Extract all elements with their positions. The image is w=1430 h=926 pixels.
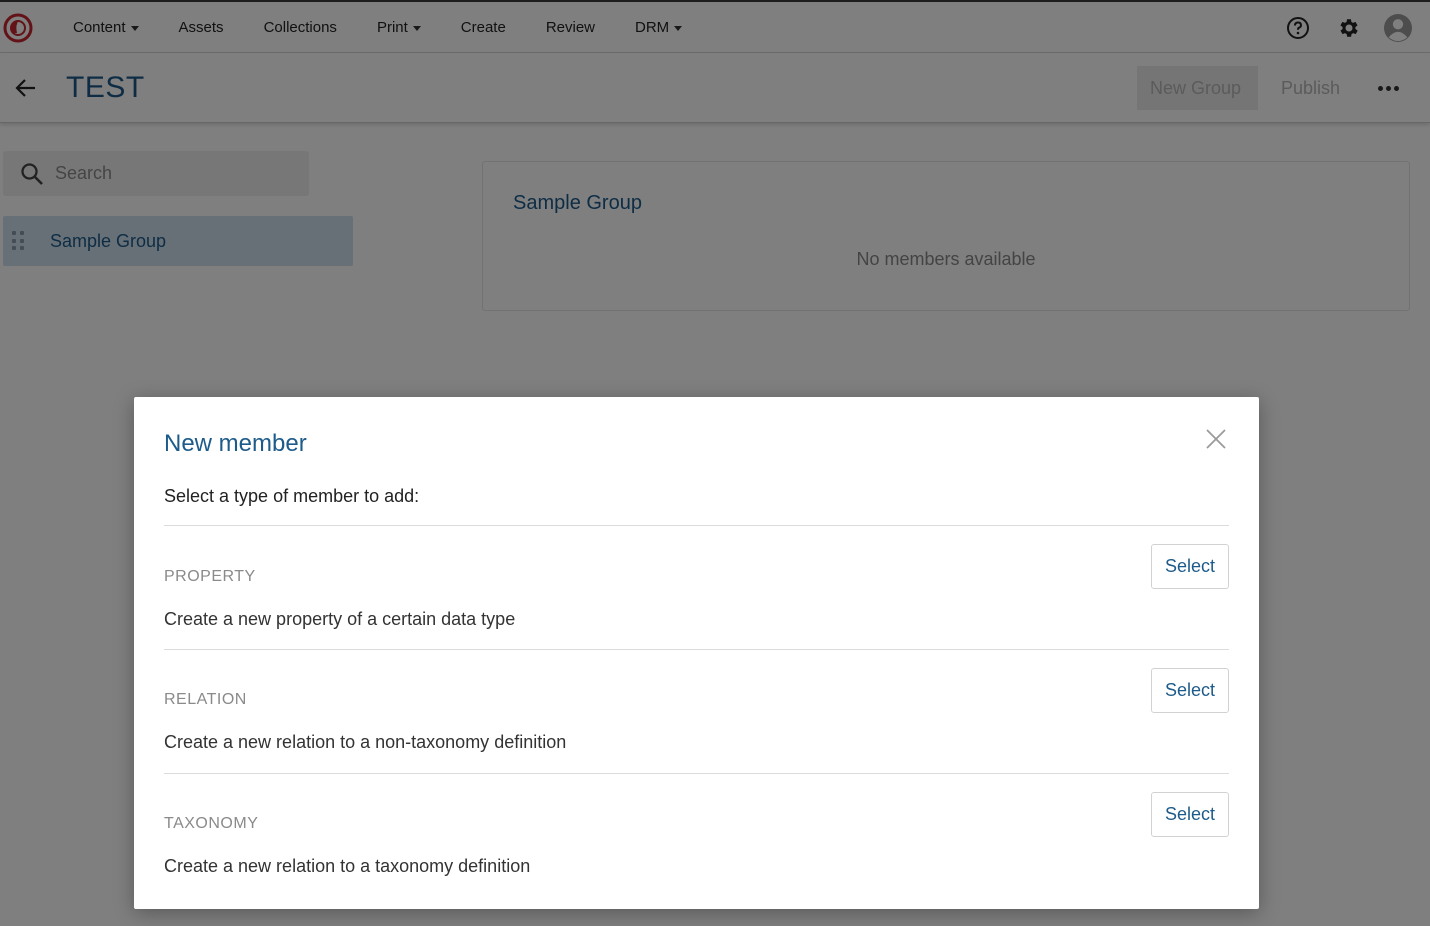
new-member-dialog: New member Select a type of member to ad… bbox=[134, 397, 1259, 909]
option-description-relation: Create a new relation to a non-taxonomy … bbox=[164, 732, 567, 752]
option-type-property: PROPERTY bbox=[164, 568, 256, 585]
option-type-relation: RELATION bbox=[164, 691, 247, 708]
option-type-taxonomy: TAXONOMY bbox=[164, 815, 259, 832]
select-taxonomy-button[interactable]: Select bbox=[1151, 792, 1229, 837]
option-description-property: Create a new property of a certain data … bbox=[164, 609, 516, 629]
divider bbox=[164, 525, 1229, 526]
close-icon[interactable] bbox=[1204, 427, 1228, 451]
divider bbox=[164, 649, 1229, 650]
dialog-title: New member bbox=[164, 430, 307, 457]
divider bbox=[164, 773, 1229, 774]
dialog-subtitle: Select a type of member to add: bbox=[164, 486, 420, 506]
select-relation-button[interactable]: Select bbox=[1151, 668, 1229, 713]
option-description-taxonomy: Create a new relation to a taxonomy defi… bbox=[164, 856, 531, 876]
select-property-button[interactable]: Select bbox=[1151, 544, 1229, 589]
